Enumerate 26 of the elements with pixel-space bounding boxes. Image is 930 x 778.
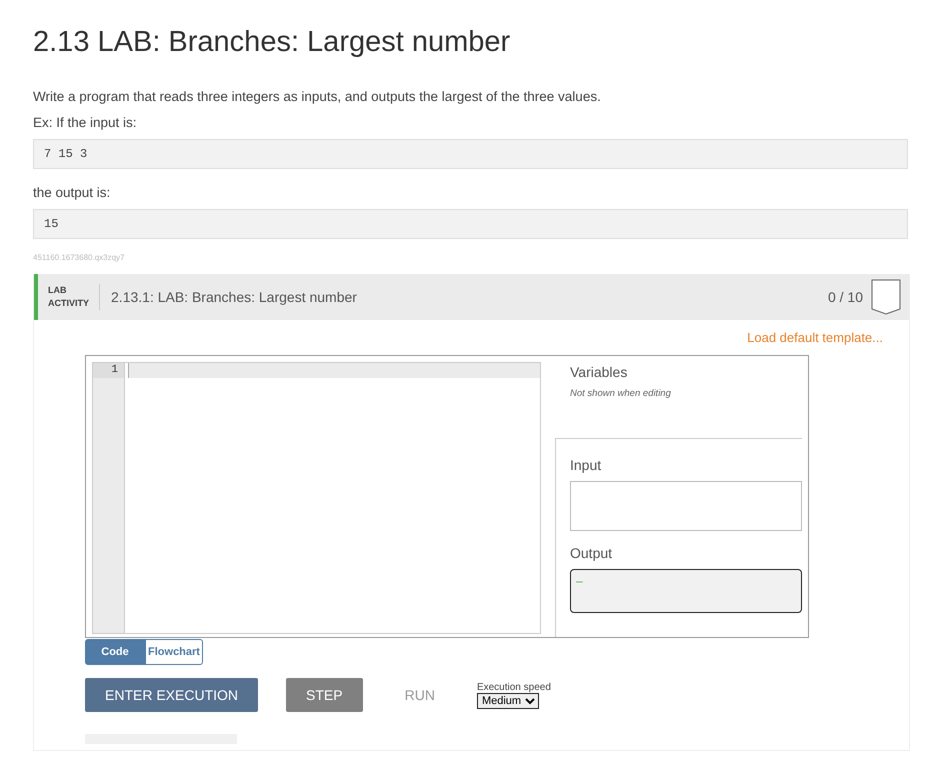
view-tab[interactable]: Code — [85, 639, 145, 665]
variables-heading: Variables — [570, 364, 628, 380]
example-intro-text: Ex: If the input is: — [33, 114, 138, 132]
lab-title: 2.13.1: LAB: Branches: Largest number — [111, 289, 358, 305]
code-editor[interactable]: 1 — [92, 362, 541, 634]
page-title: 2.13 LAB: Branches: Largest number — [33, 26, 512, 59]
example-input-block: 7 15 3 — [33, 139, 908, 169]
description-text: Write a program that reads three integers as inputs, and outputs the largest of the three values. — [33, 88, 602, 106]
step-button[interactable]: STEP — [286, 678, 363, 712]
line-number: 1 — [93, 363, 124, 378]
reference-id-text: 451160.1673680.qx3zqy7 — [33, 253, 126, 262]
enter-execution-button[interactable]: ENTER EXECUTION — [85, 678, 258, 712]
output-box: – — [570, 569, 802, 613]
speed-select[interactable]: Medium — [476, 692, 539, 708]
output-label: Output — [570, 545, 614, 561]
input-field[interactable] — [570, 481, 802, 531]
load-template-link[interactable]: Load default template... — [85, 330, 883, 345]
score-text: 0 / 10 — [828, 289, 863, 305]
output-intro-text: the output is: — [33, 184, 112, 202]
lab-activity-badge: LAB ACTIVITY — [48, 284, 100, 310]
example-output-block: 15 — [33, 209, 908, 239]
variables-note: Not shown when editing — [570, 388, 672, 399]
input-label: Input — [570, 457, 602, 473]
speed-label: Execution speed — [476, 682, 551, 692]
view-tab[interactable]: Flowchart — [145, 639, 203, 665]
shield-icon — [871, 279, 901, 315]
